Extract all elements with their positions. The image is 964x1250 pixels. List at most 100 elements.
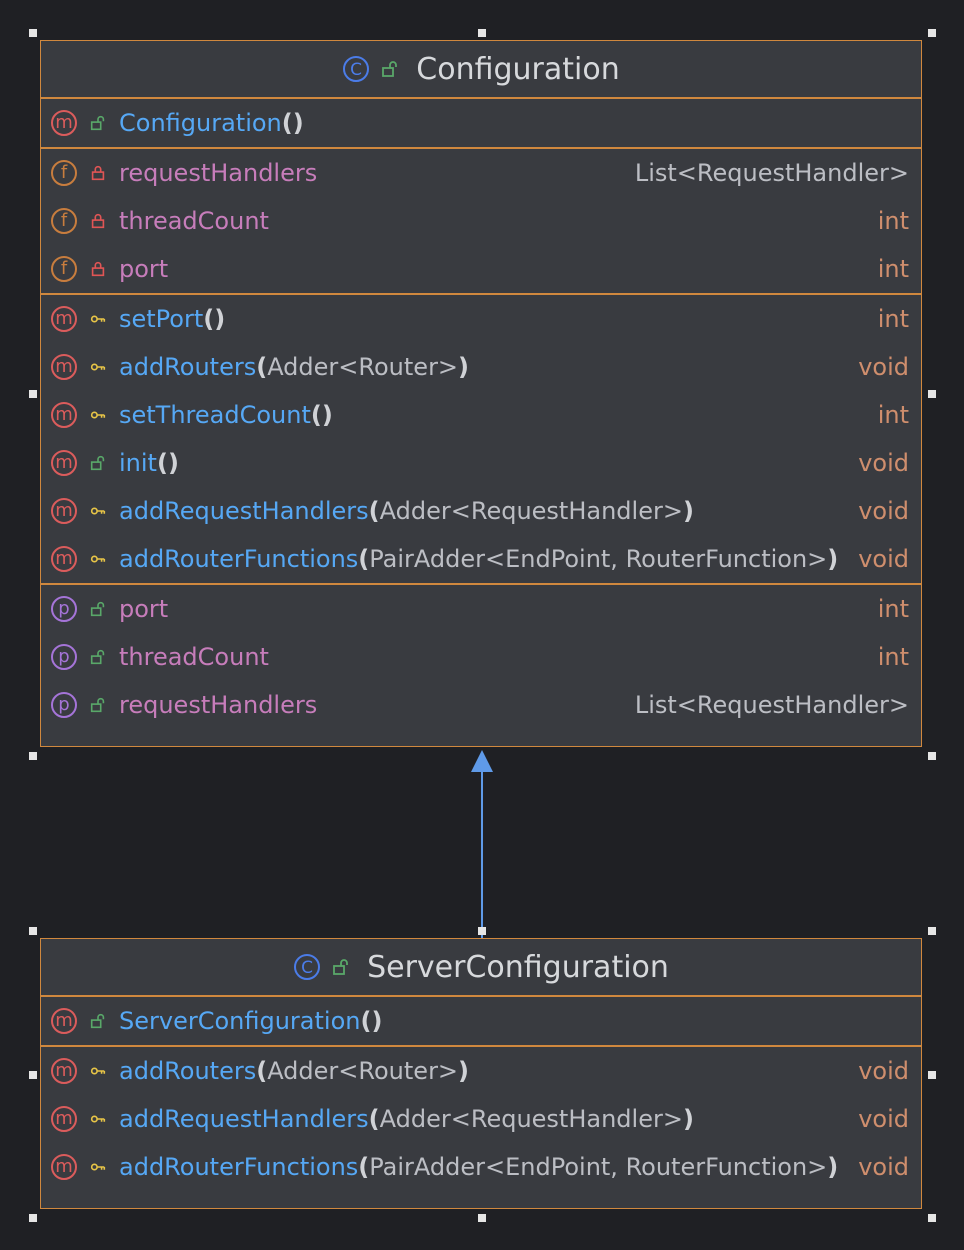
methods-section: m addRouters(Adder<Router>) void m addRe… (41, 1047, 921, 1191)
unlocked-padlock-icon (333, 959, 348, 975)
method-name: addRouters (119, 1057, 257, 1085)
key-icon (87, 404, 109, 426)
method-row[interactable]: m addRouters(Adder<Router>) void (41, 343, 921, 391)
constructor-row[interactable]: m Configuration() (41, 99, 921, 147)
paren-close: ) (371, 1007, 383, 1035)
field-name: threadCount (119, 207, 269, 235)
paren-close: ) (167, 449, 179, 477)
class-serverconfiguration[interactable]: C ServerConfiguration m ServerConfigurat… (40, 938, 922, 1209)
selection-handle[interactable] (928, 29, 936, 37)
method-row[interactable]: m addRouters(Adder<Router>) void (41, 1047, 921, 1095)
method-row[interactable]: m setThreadCount() int (41, 391, 921, 439)
return-type: int (877, 401, 909, 429)
property-kind-icon: p (51, 692, 77, 718)
method-row[interactable]: m addRouterFunctions(PairAdder<EndPoint,… (41, 535, 921, 583)
paren-close: ) (827, 545, 839, 573)
field-row[interactable]: f requestHandlers List<RequestHandler> (41, 149, 921, 197)
selection-handle[interactable] (928, 1071, 936, 1079)
field-row[interactable]: f port int (41, 245, 921, 293)
method-kind-icon: m (51, 402, 77, 428)
class-c-icon: C (343, 56, 370, 82)
property-type: int (877, 595, 909, 623)
paren-close: ) (682, 497, 694, 525)
selection-handle[interactable] (29, 927, 37, 935)
paren-open: ( (256, 353, 268, 381)
field-kind-icon: f (51, 160, 77, 186)
selection-handle[interactable] (29, 29, 37, 37)
property-type: List<RequestHandler> (634, 691, 909, 719)
paren-open: ( (360, 1007, 372, 1035)
selection-handle[interactable] (29, 752, 37, 760)
svg-text:C: C (350, 60, 362, 80)
unlocked-padlock-icon (87, 1010, 109, 1032)
field-kind-icon: f (51, 208, 77, 234)
constructor-section: m Configuration() (41, 99, 921, 149)
unlocked-padlock-icon (87, 112, 109, 134)
method-name: addRequestHandlers (119, 497, 369, 525)
method-row[interactable]: m addRouterFunctions(PairAdder<EndPoint,… (41, 1143, 921, 1191)
paren-open: ( (310, 401, 322, 429)
method-name: addRouters (119, 353, 257, 381)
unlocked-padlock-icon (87, 452, 109, 474)
selection-handle[interactable] (478, 927, 486, 935)
selection-handle[interactable] (478, 1214, 486, 1222)
method-name: addRouterFunctions (119, 1153, 359, 1181)
method-kind-icon: m (51, 1058, 77, 1084)
selection-handle[interactable] (29, 1071, 37, 1079)
method-kind-icon: m (51, 1154, 77, 1180)
arrowhead-icon (471, 750, 493, 772)
key-icon (87, 308, 109, 330)
selection-handle[interactable] (928, 390, 936, 398)
paren-open: ( (368, 497, 380, 525)
paren-open: ( (156, 449, 168, 477)
method-kind-icon: m (51, 1008, 77, 1034)
key-icon (87, 1108, 109, 1130)
paren-close: ) (292, 109, 304, 137)
selection-handle[interactable] (29, 390, 37, 398)
selection-handle[interactable] (928, 1214, 936, 1222)
method-params: PairAdder<EndPoint, RouterFunction> (369, 545, 828, 573)
method-params: Adder<RequestHandler> (379, 1105, 683, 1133)
return-type: void (858, 545, 909, 573)
field-name: port (119, 255, 169, 283)
constructor-section: m ServerConfiguration() (41, 997, 921, 1047)
property-row[interactable]: p threadCount int (41, 633, 921, 681)
class-configuration[interactable]: C Configuration m Configuration() f requ… (40, 40, 922, 747)
constructor-name: ServerConfiguration (119, 1007, 361, 1035)
method-row[interactable]: m init() void (41, 439, 921, 487)
method-kind-icon: m (51, 354, 77, 380)
method-kind-icon: m (51, 450, 77, 476)
locked-padlock-icon (87, 258, 109, 280)
property-row[interactable]: p requestHandlers List<RequestHandler> (41, 681, 921, 729)
locked-padlock-icon (87, 210, 109, 232)
paren-open: ( (368, 1105, 380, 1133)
constructor-name: Configuration (119, 109, 282, 137)
method-params: Adder<RequestHandler> (379, 497, 683, 525)
return-type: void (858, 449, 909, 477)
field-row[interactable]: f threadCount int (41, 197, 921, 245)
selection-handle[interactable] (928, 927, 936, 935)
method-row[interactable]: m setPort() int (41, 295, 921, 343)
method-name: setThreadCount (119, 401, 311, 429)
selection-handle[interactable] (29, 1214, 37, 1222)
return-type: void (858, 353, 909, 381)
property-kind-icon: p (51, 644, 77, 670)
constructor-row[interactable]: m ServerConfiguration() (41, 997, 921, 1045)
class-c-icon: C (294, 954, 321, 980)
paren-open: ( (203, 305, 215, 333)
return-type: void (858, 497, 909, 525)
method-params: Adder<Router> (267, 353, 459, 381)
method-row[interactable]: m addRequestHandlers(Adder<RequestHandle… (41, 1095, 921, 1143)
paren-close: ) (827, 1153, 839, 1181)
key-icon (87, 356, 109, 378)
key-icon (87, 500, 109, 522)
method-kind-icon: m (51, 498, 77, 524)
property-kind-icon: p (51, 596, 77, 622)
method-params: PairAdder<EndPoint, RouterFunction> (369, 1153, 828, 1181)
method-row[interactable]: m addRequestHandlers(Adder<RequestHandle… (41, 487, 921, 535)
paren-open: ( (256, 1057, 268, 1085)
property-row[interactable]: p port int (41, 585, 921, 633)
selection-handle[interactable] (478, 29, 486, 37)
selection-handle[interactable] (928, 752, 936, 760)
method-name: init (119, 449, 157, 477)
